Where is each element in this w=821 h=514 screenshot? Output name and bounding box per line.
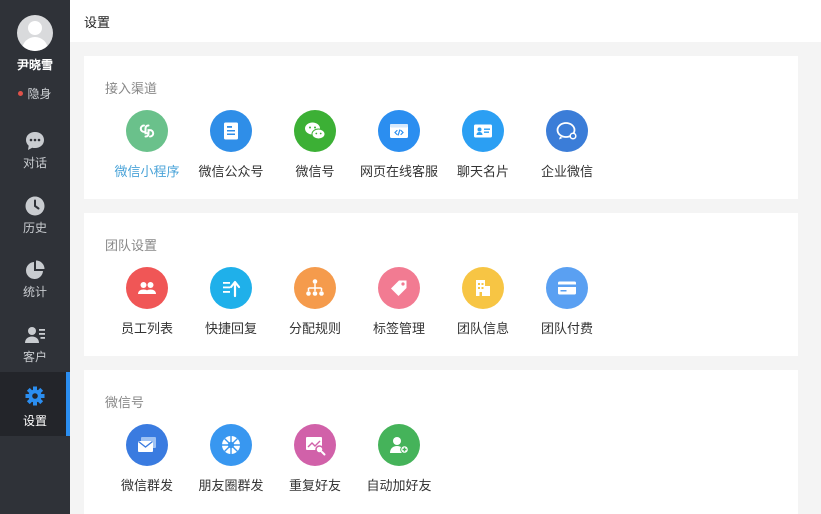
nav-item-settings[interactable]: 设置	[0, 372, 70, 436]
tile-label: 快捷回复	[204, 322, 257, 337]
nav-label: 统计	[22, 285, 47, 299]
wechat-icon	[294, 110, 336, 152]
section-title: 微信号	[105, 396, 145, 411]
tile-label: 微信群发	[120, 479, 173, 494]
nav-label: 历史	[22, 221, 47, 235]
tile-work-wechat[interactable]: 企业微信	[525, 110, 609, 180]
tile-mass-message[interactable]: 微信群发	[105, 424, 189, 494]
contacts-icon	[25, 327, 45, 343]
mass-message-icon	[126, 424, 168, 466]
section-title: 团队设置	[105, 239, 158, 254]
nav-item-stats[interactable]: 统计	[0, 253, 70, 317]
tile-label: 自动加好友	[366, 479, 432, 494]
distribution-icon	[294, 267, 336, 309]
tile-mini-program[interactable]: 微信小程序	[105, 110, 189, 180]
tile-team-info[interactable]: 团队信息	[441, 267, 525, 337]
tile-web-chat[interactable]: 网页在线客服	[357, 110, 441, 180]
duplicate-friends-icon	[294, 424, 336, 466]
panel-wechat-account: 微信号 微信群发 朋友圈群发 重复好友 自动加好友	[84, 370, 798, 514]
user-status[interactable]: 隐身	[0, 85, 70, 102]
tile-distribution-rules[interactable]: 分配规则	[273, 267, 357, 337]
work-wechat-icon	[546, 110, 588, 152]
sidebar: 尹晓雪 隐身 对话 历史 统计 客户 设置	[0, 0, 70, 514]
tile-label: 网页在线客服	[359, 165, 438, 180]
tile-label: 微信号	[295, 165, 335, 180]
nav-item-chat[interactable]: 对话	[0, 124, 70, 188]
page-title: 设置	[84, 16, 111, 31]
web-chat-icon	[378, 110, 420, 152]
official-account-icon	[210, 110, 252, 152]
tile-label: 分配规则	[288, 322, 341, 337]
tile-moments-broadcast[interactable]: 朋友圈群发	[189, 424, 273, 494]
nav-label: 对话	[22, 156, 47, 170]
credit-card-icon	[546, 267, 588, 309]
status-label: 隐身	[27, 87, 52, 101]
tile-quick-reply[interactable]: 快捷回复	[189, 267, 273, 337]
tile-staff-list[interactable]: 员工列表	[105, 267, 189, 337]
tile-team-payment[interactable]: 团队付费	[525, 267, 609, 337]
nav-label: 设置	[22, 414, 47, 428]
chat-bubble-icon	[26, 132, 44, 150]
user-name: 尹晓雪	[16, 58, 53, 72]
tile-label: 企业微信	[540, 165, 593, 180]
active-indicator	[66, 372, 70, 436]
panel-team-settings: 团队设置 员工列表 快捷回复 分配规则 标签管理 团队信息 团队付费	[84, 213, 798, 356]
section-title: 接入渠道	[105, 82, 158, 97]
tile-label: 重复好友	[288, 479, 341, 494]
quick-reply-icon	[210, 267, 252, 309]
business-card-icon	[462, 110, 504, 152]
tile-label: 朋友圈群发	[198, 479, 264, 494]
pie-chart-icon	[26, 260, 45, 279]
tile-label: 标签管理	[372, 322, 425, 337]
tag-icon	[378, 267, 420, 309]
tile-label: 微信小程序	[114, 165, 180, 180]
avatar[interactable]	[17, 15, 53, 51]
tile-wechat[interactable]: 微信号	[273, 110, 357, 180]
gear-icon	[25, 386, 45, 406]
tile-label: 团队付费	[540, 322, 593, 337]
tile-tag-management[interactable]: 标签管理	[357, 267, 441, 337]
tile-duplicate-friends[interactable]: 重复好友	[273, 424, 357, 494]
tile-label: 微信公众号	[198, 165, 264, 180]
panel-access-channels: 接入渠道 微信小程序 微信公众号 微信号 网页在线客服 聊天名片 企业微信	[84, 56, 798, 199]
building-icon	[462, 267, 504, 309]
status-dot-icon	[18, 91, 24, 96]
nav-item-history[interactable]: 历史	[0, 189, 70, 253]
staff-icon	[126, 267, 168, 309]
moments-icon	[210, 424, 252, 466]
mini-program-icon	[126, 110, 168, 152]
tile-business-card[interactable]: 聊天名片	[441, 110, 525, 180]
tile-label: 员工列表	[120, 322, 173, 337]
tile-official-account[interactable]: 微信公众号	[189, 110, 273, 180]
nav-label: 客户	[22, 350, 47, 364]
clock-icon	[25, 196, 45, 216]
page-header: 设置	[70, 0, 821, 42]
tile-auto-add-friend[interactable]: 自动加好友	[357, 424, 441, 494]
tile-label: 团队信息	[456, 322, 509, 337]
add-friend-icon	[378, 424, 420, 466]
tile-label: 聊天名片	[456, 165, 509, 180]
